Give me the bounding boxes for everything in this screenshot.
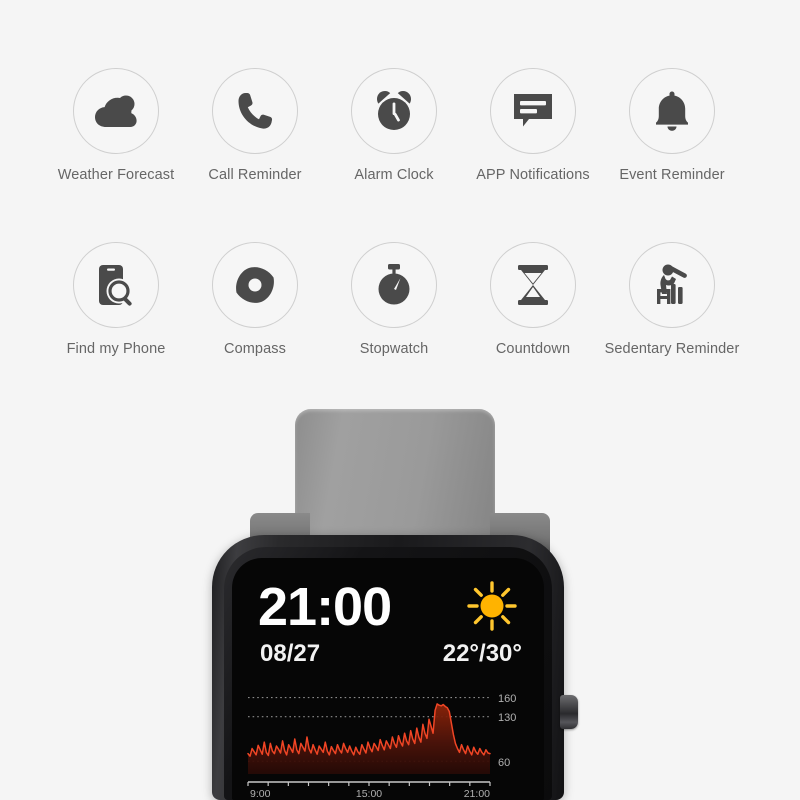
feature-circle[interactable] [490, 242, 576, 328]
svg-text:15:00: 15:00 [356, 788, 382, 800]
compass-icon [233, 265, 277, 305]
feature-item-countdown[interactable]: Countdown [463, 242, 603, 357]
watch-screen[interactable]: 21:00 08/27 22°/30° 60 130 160 9:00 15:0… [232, 558, 544, 800]
feature-label: Stopwatch [359, 341, 429, 357]
chart-x-labels: 9:00 15:00 21:00 [250, 788, 490, 800]
stopwatch-icon [374, 263, 414, 307]
feature-circle[interactable] [351, 68, 437, 154]
feature-item-sedentary-reminder[interactable]: Sedentary Reminder [602, 242, 742, 357]
watch-date: 08/27 [260, 640, 321, 667]
feature-label: Call Reminder [208, 167, 302, 183]
feature-circle[interactable] [629, 242, 715, 328]
feature-item-alarm-clock[interactable]: Alarm Clock [324, 68, 464, 183]
svg-text:160: 160 [498, 693, 516, 705]
bell-icon [653, 90, 691, 132]
feature-label: Find my Phone [66, 341, 166, 357]
feature-icon-grid: Weather Forecast Call Reminder Alarm Clo… [0, 0, 800, 390]
chart-x-axis [247, 781, 491, 786]
chart-y-labels: 60 130 160 [498, 693, 516, 769]
svg-text:21:00: 21:00 [464, 788, 490, 800]
feature-item-app-notifications[interactable]: APP Notifications [463, 68, 603, 183]
heart-rate-plot: 60 130 160 9:00 15:00 21:00 [247, 693, 516, 800]
feature-circle[interactable] [73, 242, 159, 328]
svg-text:130: 130 [498, 712, 516, 724]
feature-label: Alarm Clock [354, 167, 434, 183]
watch-temperature: 22°/30° [442, 640, 522, 667]
person-stretching-icon [651, 263, 693, 307]
feature-circle[interactable] [351, 242, 437, 328]
heart-rate-chart: 60 130 160 9:00 15:00 21:00 [244, 682, 532, 800]
feature-circle[interactable] [490, 68, 576, 154]
feature-label: Weather Forecast [57, 167, 175, 183]
feature-item-compass[interactable]: Compass [185, 242, 325, 357]
chat-bubble-icon [512, 91, 554, 131]
smartwatch-product-image: 21:00 08/27 22°/30° 60 130 160 9:00 15:0… [0, 395, 800, 800]
feature-label: Compass [224, 341, 286, 357]
alarm-clock-icon [373, 90, 415, 132]
hourglass-icon [514, 264, 552, 306]
feature-circle[interactable] [629, 68, 715, 154]
sun-icon [464, 578, 520, 639]
phone-icon [236, 91, 274, 131]
feature-label: Sedentary Reminder [604, 341, 740, 357]
feature-item-find-my-phone[interactable]: Find my Phone [46, 242, 186, 357]
feature-circle[interactable] [73, 68, 159, 154]
feature-row-bottom: Find my Phone Compass Stopwatch Countdow… [0, 242, 800, 402]
watch-time: 21:00 [258, 577, 392, 637]
phone-search-icon [96, 263, 136, 307]
svg-text:9:00: 9:00 [250, 788, 271, 800]
feature-item-call-reminder[interactable]: Call Reminder [185, 68, 325, 183]
feature-circle[interactable] [212, 68, 298, 154]
feature-item-stopwatch[interactable]: Stopwatch [324, 242, 464, 357]
feature-item-weather-forecast[interactable]: Weather Forecast [46, 68, 186, 183]
cloud-sun-icon [93, 91, 139, 131]
feature-label: APP Notifications [476, 167, 590, 183]
watch-strap [295, 409, 495, 539]
svg-text:60: 60 [498, 757, 510, 769]
feature-label: Countdown [495, 341, 571, 357]
feature-item-event-reminder[interactable]: Event Reminder [602, 68, 742, 183]
feature-row-top: Weather Forecast Call Reminder Alarm Clo… [0, 68, 800, 228]
watch-face-header: 21:00 08/27 22°/30° [258, 580, 522, 676]
feature-label: Event Reminder [619, 167, 725, 183]
crown-button[interactable] [560, 695, 578, 729]
feature-circle[interactable] [212, 242, 298, 328]
